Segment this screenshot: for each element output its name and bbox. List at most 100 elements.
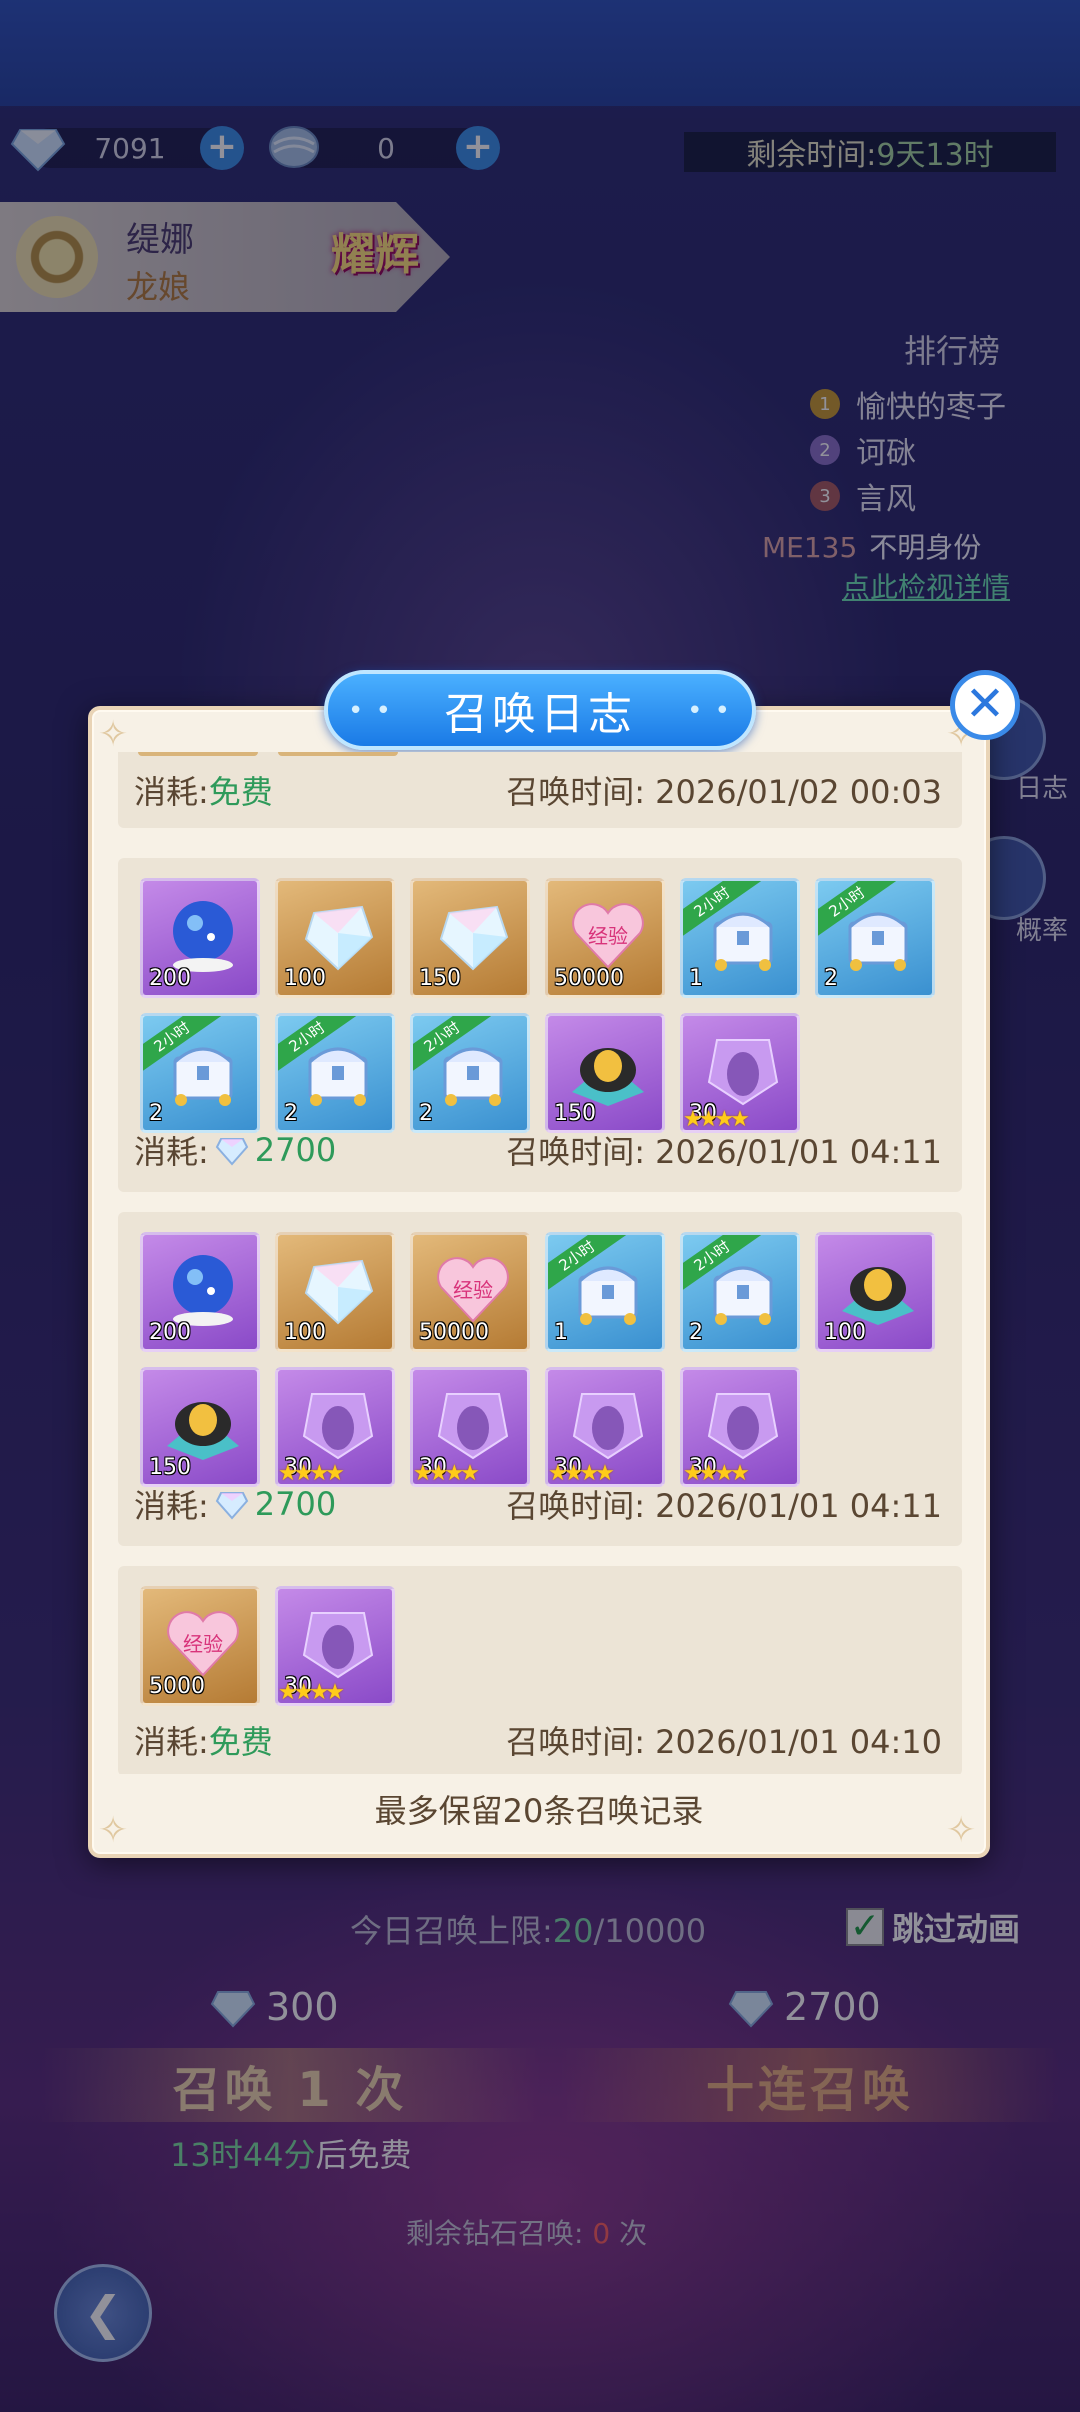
item-quantity: 200 — [149, 1320, 191, 1345]
cost-value: 免费 — [208, 773, 273, 811]
item-quantity: 150 — [149, 1455, 191, 1480]
gem-icon — [304, 905, 374, 971]
summon-time: 召唤时间: 2026/01/01 04:11 — [506, 1127, 942, 1173]
item-quantity: 2 — [149, 1101, 163, 1126]
record-footer: 消耗: 2700 召唤时间: 2026/01/01 04:11 — [134, 1482, 954, 1526]
item-quantity: 100 — [284, 966, 326, 991]
svg-text:经验: 经验 — [588, 924, 628, 948]
item-quantity: 5000 — [149, 1674, 205, 1699]
cost-label: 消耗: — [134, 1133, 209, 1171]
reward-item[interactable]: 2小时 2 — [140, 1013, 260, 1133]
item-quantity: 1 — [689, 966, 703, 991]
item-quantity: 50000 — [419, 1320, 489, 1345]
crystal-ball-icon — [173, 1255, 233, 1326]
golden-egg-icon — [842, 1267, 914, 1325]
record-footer: 消耗: 免费 召唤时间: 2026/01/02 00:03 — [134, 768, 954, 812]
item-quantity: 2 — [824, 966, 838, 991]
shard-icon — [302, 1393, 374, 1460]
item-quantity: 200 — [149, 966, 191, 991]
item-edge — [278, 752, 398, 756]
cost-value: 2700 — [254, 1485, 337, 1523]
reward-item[interactable]: 100 — [275, 878, 395, 998]
cost-diamond: 2700 — [215, 1131, 336, 1169]
shard-icon — [572, 1393, 644, 1460]
dialog-footer-note: 最多保留20条召唤记录 — [374, 1792, 704, 1830]
record-footer: 消耗: 2700 召唤时间: 2026/01/01 04:11 — [134, 1128, 954, 1172]
diamond-icon — [215, 1138, 248, 1166]
reward-item[interactable]: 30 ★★★★ — [680, 1367, 800, 1487]
reward-item[interactable]: 100 — [275, 1232, 395, 1352]
summon-time: 召唤时间: 2026/01/01 04:11 — [506, 1481, 942, 1527]
reward-item[interactable]: 2小时 2 — [275, 1013, 395, 1133]
reward-item[interactable]: 150 — [410, 878, 530, 998]
record-card: 消耗: 免费 召唤时间: 2026/01/02 00:03 — [118, 752, 962, 828]
reward-item[interactable]: 30 ★★★★ — [275, 1367, 395, 1487]
gem-icon — [304, 1259, 374, 1325]
reward-item[interactable]: 2小时 2 — [815, 878, 935, 998]
item-quantity: 2 — [689, 1320, 703, 1345]
reward-item[interactable]: 200 — [140, 878, 260, 998]
shard-icon — [707, 1393, 779, 1460]
summon-time: 召唤时间: 2026/01/01 04:10 — [506, 1717, 942, 1763]
crystal-ball-icon — [173, 901, 233, 972]
svg-text:经验: 经验 — [453, 1278, 493, 1302]
item-quantity: 100 — [824, 1320, 866, 1345]
item-quantity: 100 — [284, 1320, 326, 1345]
time-label: 召唤时间: — [506, 1487, 645, 1525]
golden-egg-icon — [167, 1402, 239, 1460]
cost-value: 免费 — [208, 1723, 273, 1761]
exp-heart-icon: 经验 — [167, 1611, 239, 1677]
time-label: 召唤时间: — [506, 1133, 645, 1171]
record-card: 200 100 150 经验 50000 2小时 1 2小时 2 2小时 2 2小时 2 2小时 2 150 3… — [118, 858, 962, 1192]
close-icon: ✕ — [964, 676, 1006, 732]
reward-item[interactable]: 经验 50000 — [545, 878, 665, 998]
reward-item[interactable]: 150 — [140, 1367, 260, 1487]
golden-egg-icon — [572, 1048, 644, 1106]
exp-heart-icon: 经验 — [437, 1257, 509, 1323]
reward-item[interactable]: 2小时 2 — [680, 1232, 800, 1352]
time-label: 召唤时间: — [506, 1723, 645, 1761]
star-rating: ★★★★ — [278, 1680, 345, 1705]
item-quantity: 1 — [554, 1320, 568, 1345]
item-quantity: 150 — [554, 1101, 596, 1126]
record-card: 200 100 经验 50000 2小时 1 2小时 2 100 150 30 ★★★★ 30 ★★★★ 3… — [118, 1212, 962, 1546]
item-quantity: 50000 — [554, 966, 624, 991]
shard-icon — [707, 1039, 779, 1106]
reward-item[interactable]: 30 ★★★★ — [545, 1367, 665, 1487]
reward-item[interactable]: 200 — [140, 1232, 260, 1352]
corner-ornament-icon: ✧ — [98, 714, 129, 755]
reward-item[interactable]: 经验 50000 — [410, 1232, 530, 1352]
cost-diamond: 2700 — [215, 1485, 336, 1523]
item-quantity: 150 — [419, 966, 461, 991]
time-value: 2026/01/01 04:10 — [655, 1723, 942, 1761]
item-edge — [138, 752, 258, 756]
record-footer: 消耗: 免费 召唤时间: 2026/01/01 04:10 — [134, 1718, 954, 1762]
reward-item[interactable]: 2小时 2 — [410, 1013, 530, 1133]
shard-icon — [302, 1612, 374, 1679]
record-list[interactable]: 消耗: 免费 召唤时间: 2026/01/02 00:03 200 100 150 经… — [118, 752, 962, 1774]
item-quantity: 2 — [284, 1101, 298, 1126]
dialog-title: 召唤日志 — [324, 670, 756, 750]
cost-value: 2700 — [254, 1131, 337, 1169]
reward-item[interactable]: 30 ★★★★ — [680, 1013, 800, 1133]
reward-item[interactable]: 150 — [545, 1013, 665, 1133]
reward-item[interactable]: 2小时 1 — [545, 1232, 665, 1352]
item-quantity: 2 — [419, 1101, 433, 1126]
record-card: 经验 5000 30 ★★★★ 消耗: 免费 召唤时间: 2026/01/01 04:… — [118, 1566, 962, 1774]
gem-icon — [439, 905, 509, 971]
time-label: 召唤时间: — [506, 773, 645, 811]
exp-heart-icon: 经验 — [572, 903, 644, 969]
time-value: 2026/01/02 00:03 — [655, 773, 942, 811]
time-value: 2026/01/01 04:11 — [655, 1133, 942, 1171]
reward-item[interactable]: 30 ★★★★ — [275, 1586, 395, 1706]
cost-label: 消耗: — [134, 1487, 209, 1525]
reward-item[interactable]: 经验 5000 — [140, 1586, 260, 1706]
reward-item[interactable]: 2小时 1 — [680, 878, 800, 998]
close-button[interactable]: ✕ — [950, 670, 1020, 740]
summon-time: 召唤时间: 2026/01/02 00:03 — [506, 767, 942, 813]
cost-label: 消耗: — [134, 773, 209, 811]
reward-item[interactable]: 100 — [815, 1232, 935, 1352]
reward-item[interactable]: 30 ★★★★ — [410, 1367, 530, 1487]
shard-icon — [437, 1393, 509, 1460]
diamond-icon — [215, 1492, 248, 1520]
